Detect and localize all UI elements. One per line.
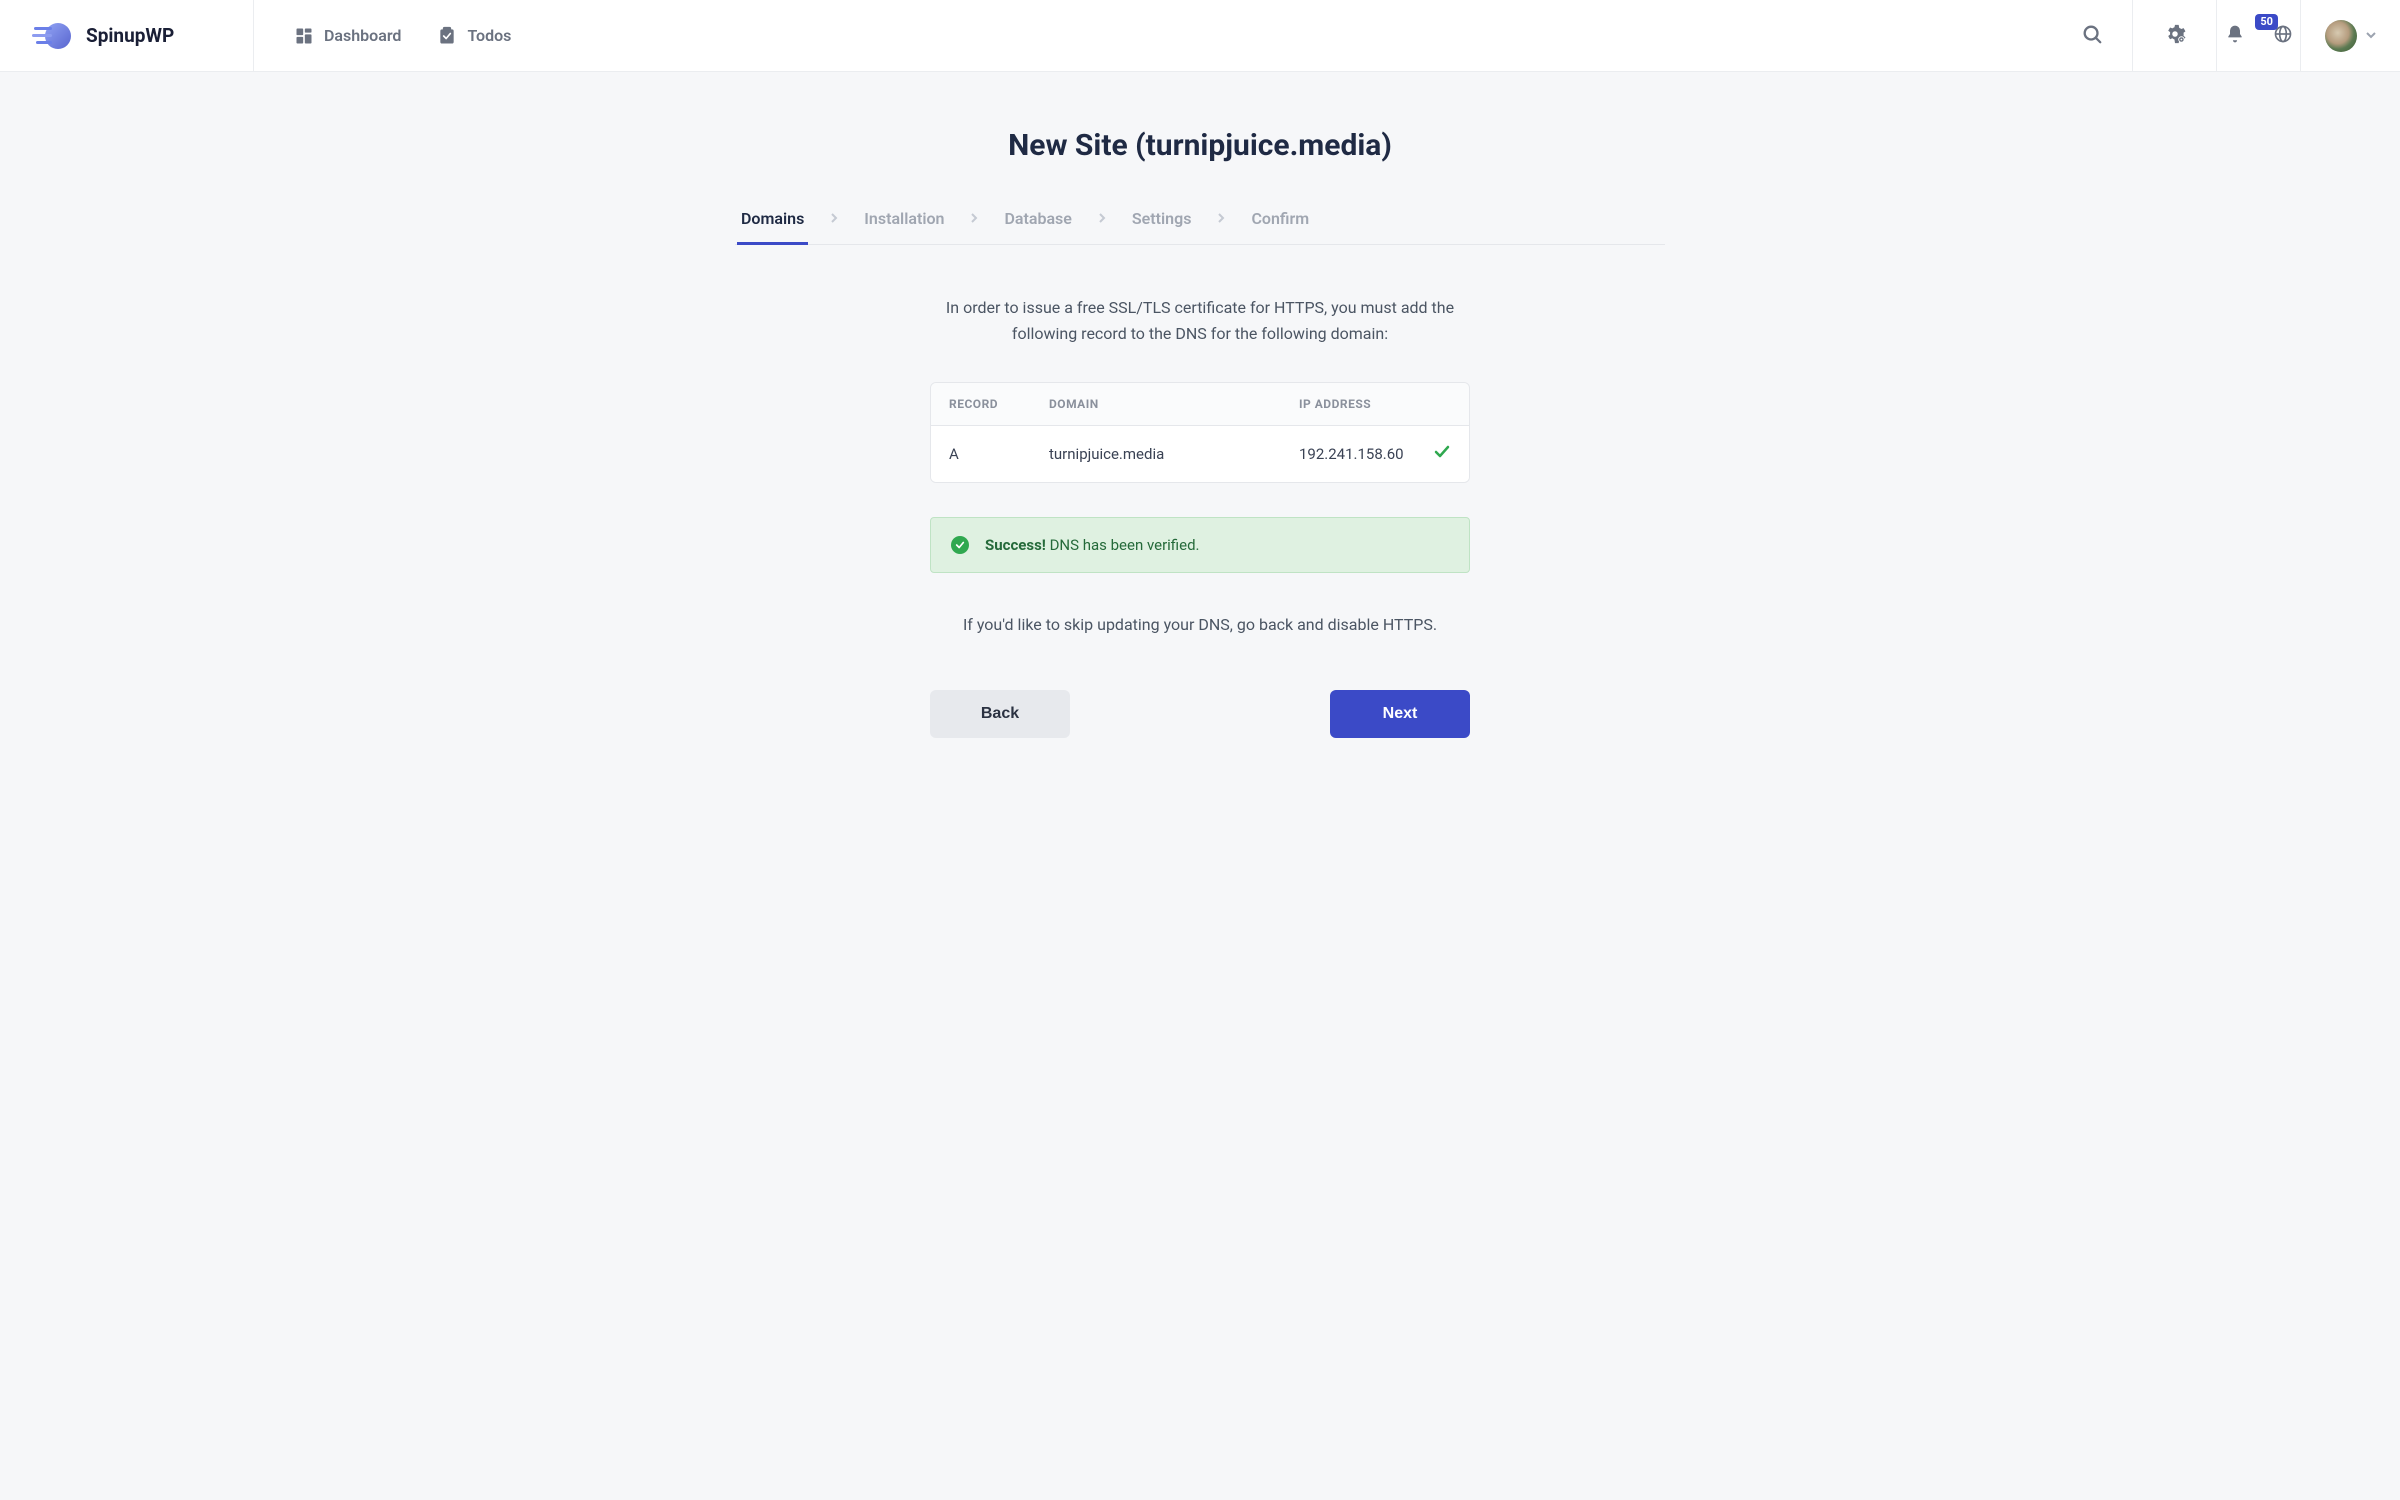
bell-icon: [2225, 24, 2245, 48]
logo[interactable]: SpinupWP: [0, 0, 254, 71]
step-database[interactable]: Database: [1002, 209, 1073, 244]
alert-rest: DNS has been verified.: [1046, 536, 1200, 554]
todos-icon: [437, 26, 457, 46]
wizard-buttons: Back Next: [930, 690, 1470, 738]
dns-intro-text: In order to issue a free SSL/TLS certifi…: [920, 295, 1480, 348]
chevron-right-icon: [968, 210, 980, 244]
step-content: In order to issue a free SSL/TLS certifi…: [735, 245, 1665, 738]
cell-status: [1404, 444, 1454, 464]
chevron-right-icon: [1215, 210, 1227, 244]
cell-ip: 192.241.158.60: [1299, 445, 1404, 463]
search-button[interactable]: [2052, 0, 2132, 71]
brand-name: SpinupWP: [86, 24, 174, 47]
cell-domain: turnipjuice.media: [1049, 445, 1299, 463]
alert-text: Success! DNS has been verified.: [985, 536, 1200, 554]
dns-table-header: RECORD DOMAIN IP ADDRESS: [931, 383, 1469, 426]
check-icon: [1434, 446, 1450, 464]
chevron-right-icon: [1096, 210, 1108, 244]
nav-todos-label: Todos: [467, 26, 511, 45]
col-record: RECORD: [949, 397, 1049, 411]
page-title: New Site (turnipjuice.media): [735, 128, 1665, 163]
nav-dashboard[interactable]: Dashboard: [294, 26, 401, 46]
step-installation[interactable]: Installation: [862, 209, 946, 244]
logo-mark-icon: [32, 21, 76, 51]
settings-button[interactable]: [2132, 0, 2216, 71]
avatar: [2325, 20, 2357, 52]
notifications-button[interactable]: 50: [2216, 0, 2300, 71]
gear-icon: [2164, 23, 2186, 49]
primary-nav: Dashboard Todos: [254, 0, 2052, 71]
chevron-right-icon: [828, 210, 840, 244]
alert-strong: Success!: [985, 536, 1046, 554]
success-check-icon: [951, 536, 969, 554]
skip-https-text: If you'd like to skip updating your DNS,…: [735, 615, 1665, 634]
col-domain: DOMAIN: [1049, 397, 1299, 411]
notifications-badge: 50: [2255, 14, 2278, 30]
dns-table-row: A turnipjuice.media 192.241.158.60: [931, 426, 1469, 482]
nav-dashboard-label: Dashboard: [324, 26, 401, 45]
topbar: SpinupWP Dashboard Todos: [0, 0, 2400, 72]
back-button[interactable]: Back: [930, 690, 1070, 738]
alert-success: Success! DNS has been verified.: [930, 517, 1470, 573]
dashboard-icon: [294, 26, 314, 46]
step-domains[interactable]: Domains: [739, 209, 806, 244]
chevron-down-icon: [2365, 27, 2377, 45]
step-confirm[interactable]: Confirm: [1249, 209, 1311, 244]
stepper: Domains Installation Database Settings C…: [735, 209, 1665, 245]
topbar-actions: 50: [2052, 0, 2400, 71]
cell-record: A: [949, 445, 1049, 463]
user-menu[interactable]: [2300, 0, 2400, 71]
step-settings[interactable]: Settings: [1130, 209, 1194, 244]
nav-todos[interactable]: Todos: [437, 26, 511, 46]
main-content: New Site (turnipjuice.media) Domains Ins…: [735, 72, 1665, 738]
search-icon: [2081, 23, 2103, 49]
dns-table: RECORD DOMAIN IP ADDRESS A turnipjuice.m…: [930, 382, 1470, 483]
col-ip: IP ADDRESS: [1299, 397, 1401, 411]
next-button[interactable]: Next: [1330, 690, 1470, 738]
